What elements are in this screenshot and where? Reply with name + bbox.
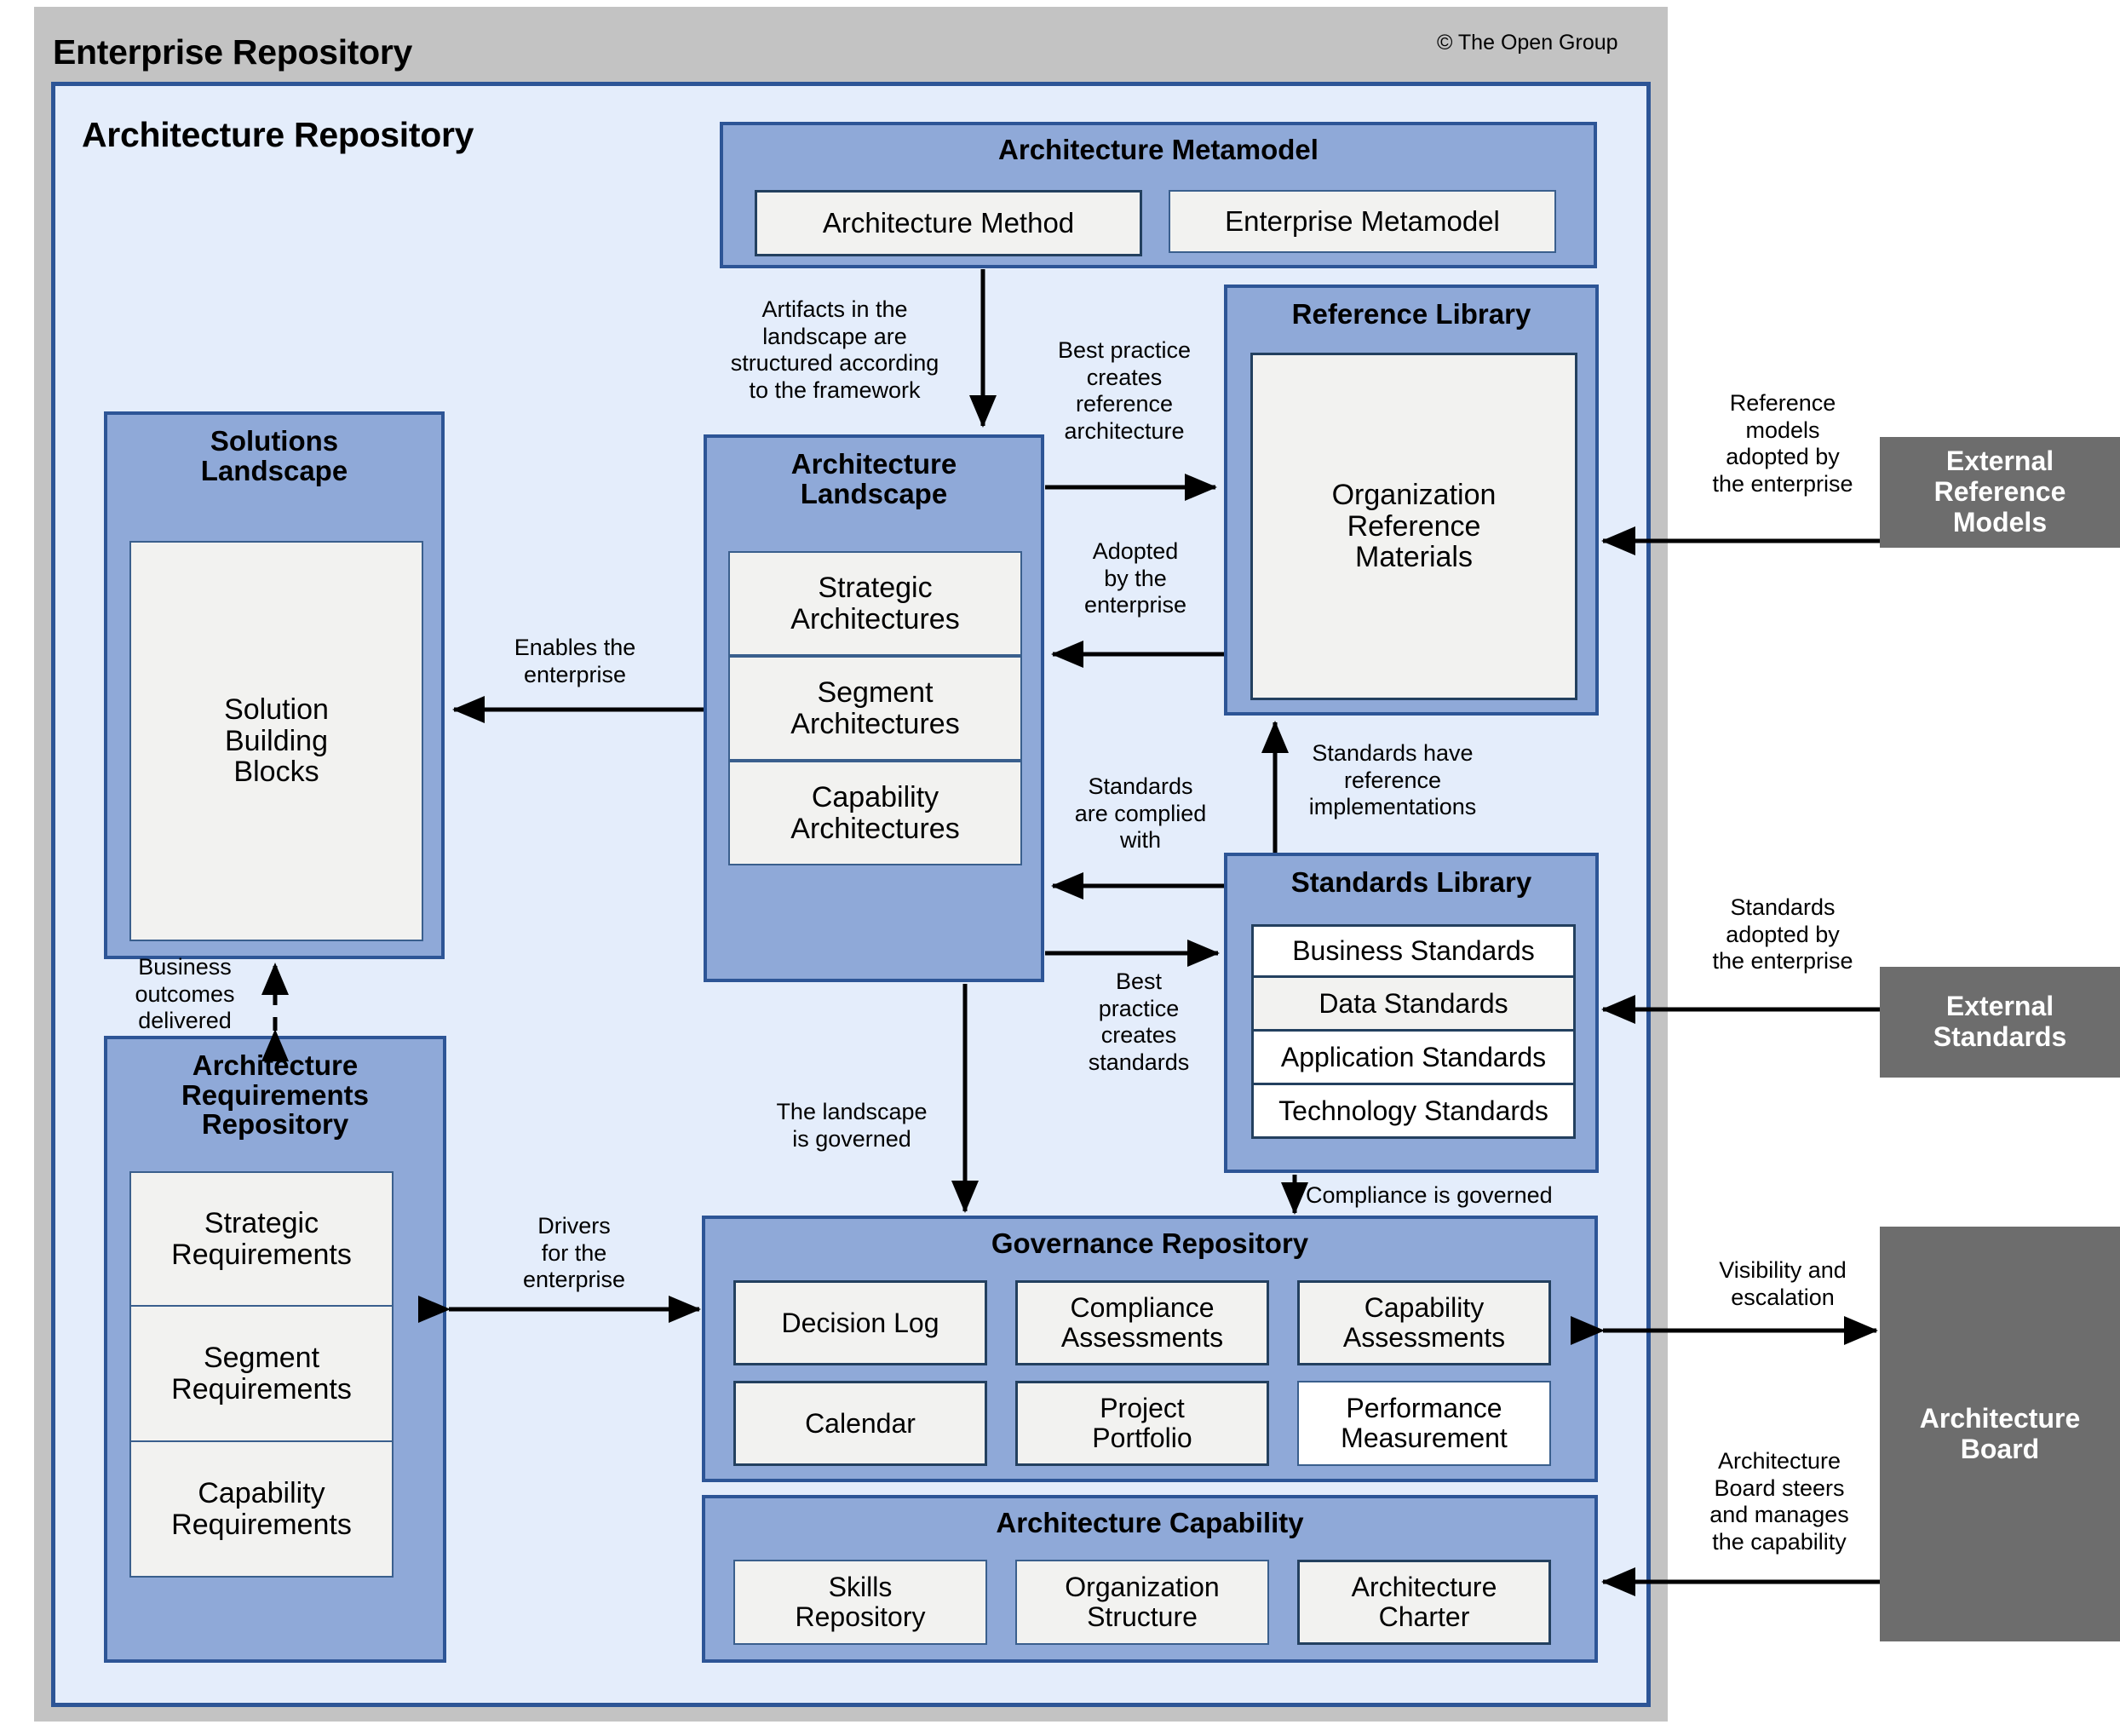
leaf-segment-architectures[interactable]: Segment Architectures xyxy=(728,656,1022,761)
group-title-architecture-metamodel: Architecture Metamodel xyxy=(998,134,1319,165)
annotation-board-steers: Architecture Board steers and manages th… xyxy=(1709,1448,1849,1555)
enterprise-repository-title: Enterprise Repository xyxy=(53,32,413,72)
external-architecture-board[interactable]: Architecture Board xyxy=(1880,1227,2120,1641)
leaf-decision-log[interactable]: Decision Log xyxy=(733,1280,987,1365)
annotation-compliance-governed: Compliance is governed xyxy=(1306,1182,1553,1208)
copyright-notice: © The Open Group xyxy=(1437,31,1618,55)
leaf-capability-architectures[interactable]: Capability Architectures xyxy=(728,761,1022,865)
leaf-skills-repository[interactable]: Skills Repository xyxy=(733,1560,987,1645)
group-title-reference-library: Reference Library xyxy=(1291,298,1531,330)
annotation-reference-models-adopted: Reference models adopted by the enterpri… xyxy=(1712,390,1853,497)
leaf-business-standards[interactable]: Business Standards xyxy=(1251,924,1576,978)
group-title-architecture-landscape: Architecture Landscape xyxy=(790,448,957,509)
group-architecture-capability[interactable]: Architecture Capability Skills Repositor… xyxy=(702,1495,1598,1663)
annotation-standards-complied-with: Standards are complied with xyxy=(1074,773,1207,854)
leaf-calendar[interactable]: Calendar xyxy=(733,1381,987,1466)
group-architecture-landscape[interactable]: Architecture Landscape Strategic Archite… xyxy=(704,434,1044,982)
group-title-standards-library: Standards Library xyxy=(1290,866,1532,898)
leaf-architecture-charter[interactable]: Architecture Charter xyxy=(1297,1560,1551,1645)
group-standards-library[interactable]: Standards Library Business Standards Dat… xyxy=(1224,853,1599,1173)
leaf-organization-structure[interactable]: Organization Structure xyxy=(1015,1560,1269,1645)
leaf-capability-requirements[interactable]: Capability Requirements xyxy=(129,1442,394,1578)
leaf-enterprise-metamodel[interactable]: Enterprise Metamodel xyxy=(1169,190,1556,253)
annotation-landscape-governed: The landscape is governed xyxy=(776,1099,928,1152)
leaf-application-standards[interactable]: Application Standards xyxy=(1251,1032,1576,1085)
leaf-compliance-assessments[interactable]: Compliance Assessments xyxy=(1015,1280,1269,1365)
leaf-project-portfolio[interactable]: Project Portfolio xyxy=(1015,1381,1269,1466)
group-title-governance-repository: Governance Repository xyxy=(991,1227,1309,1259)
annotation-standards-adopted: Standards adopted by the enterprise xyxy=(1712,894,1853,974)
leaf-organization-reference-materials[interactable]: Organization Reference Materials xyxy=(1250,353,1577,700)
external-reference-models[interactable]: External Reference Models xyxy=(1880,437,2120,548)
leaf-performance-measurement[interactable]: Performance Measurement xyxy=(1297,1381,1551,1466)
group-architecture-requirements-repository[interactable]: Architecture Requirements Repository Str… xyxy=(104,1036,446,1663)
group-title-architecture-requirements-repository: Architecture Requirements Repository xyxy=(181,1049,370,1141)
leaf-solution-building-blocks[interactable]: Solution Building Blocks xyxy=(129,541,423,941)
annotation-visibility-escalation: Visibility and escalation xyxy=(1719,1257,1847,1310)
annotation-best-practice-reference: Best practice creates reference architec… xyxy=(1057,337,1192,444)
leaf-capability-assessments[interactable]: Capability Assessments xyxy=(1297,1280,1551,1365)
annotation-best-practice-standards: Best practice creates standards xyxy=(1088,969,1190,1075)
leaf-strategic-architectures[interactable]: Strategic Architectures xyxy=(728,551,1022,656)
leaf-technology-standards[interactable]: Technology Standards xyxy=(1251,1085,1576,1139)
architecture-repository-title: Architecture Repository xyxy=(82,115,474,154)
leaf-segment-requirements[interactable]: Segment Requirements xyxy=(129,1307,394,1442)
annotation-business-outcomes: Business outcomes delivered xyxy=(135,954,235,1034)
external-standards[interactable]: External Standards xyxy=(1880,967,2120,1078)
diagram-canvas: Enterprise Repository © The Open Group A… xyxy=(0,0,2120,1736)
group-governance-repository[interactable]: Governance Repository Decision Log Compl… xyxy=(702,1216,1598,1482)
leaf-strategic-requirements[interactable]: Strategic Requirements xyxy=(129,1171,394,1307)
group-reference-library[interactable]: Reference Library Organization Reference… xyxy=(1224,285,1599,716)
group-title-solutions-landscape: Solutions Landscape xyxy=(200,425,348,486)
annotation-standards-reference-impl: Standards have reference implementations xyxy=(1308,740,1477,820)
annotation-artifacts-structured: Artifacts in the landscape are structure… xyxy=(730,296,939,403)
group-architecture-metamodel[interactable]: Architecture Metamodel Architecture Meth… xyxy=(720,122,1597,268)
leaf-data-standards[interactable]: Data Standards xyxy=(1251,978,1576,1032)
group-title-architecture-capability: Architecture Capability xyxy=(996,1507,1304,1538)
leaf-architecture-method[interactable]: Architecture Method xyxy=(755,190,1142,256)
annotation-enables-the-enterprise: Enables the enterprise xyxy=(514,635,636,687)
annotation-drivers-for-enterprise: Drivers for the enterprise xyxy=(522,1213,626,1293)
group-solutions-landscape[interactable]: Solutions Landscape Solution Building Bl… xyxy=(104,411,445,959)
annotation-adopted-by-enterprise: Adopted by the enterprise xyxy=(1083,538,1187,618)
